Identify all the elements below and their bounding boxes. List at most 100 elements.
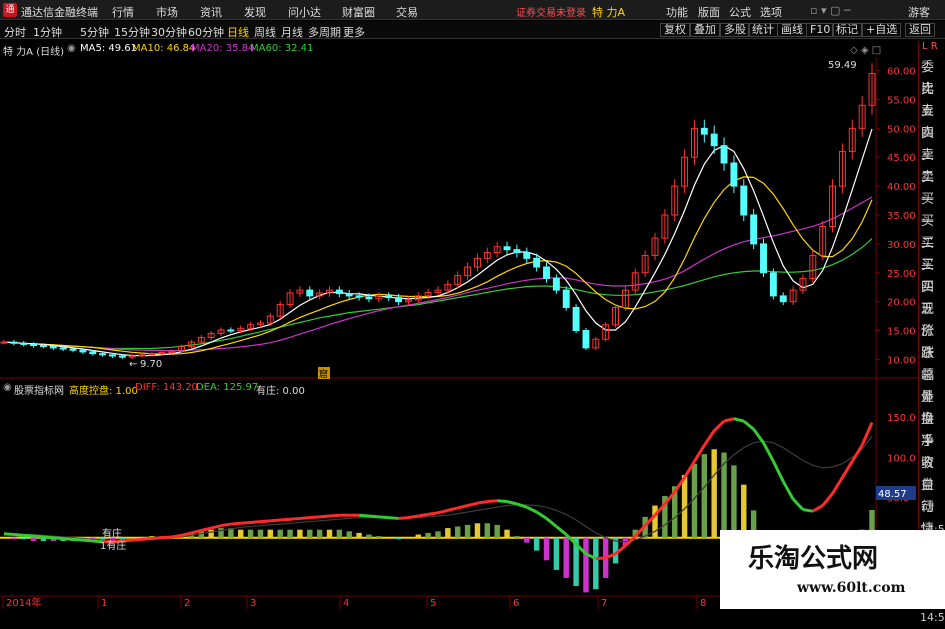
period-1min[interactable]: 1分钟	[33, 24, 62, 40]
btn-duogu[interactable]: 多股	[720, 23, 750, 37]
candle	[582, 327, 590, 350]
diff-segment	[368, 514, 379, 519]
diff-segment	[752, 428, 765, 444]
kline-chart[interactable]: 60.00 55.00 50.00 45.00 40.00 35.00 30.00 25.00…	[0, 41, 918, 609]
side-item[interactable]: 现价	[919, 299, 945, 339]
side-item[interactable]: 总量	[919, 365, 945, 405]
diff-segment	[723, 417, 735, 423]
btn-fuquan[interactable]: 复权	[660, 23, 690, 37]
side-item[interactable]: 卖五	[919, 79, 945, 119]
stock-name-title: 特 力A	[592, 6, 626, 19]
btn-zixuan[interactable]: +自选	[862, 23, 902, 37]
candle	[779, 292, 787, 306]
candle-body	[543, 266, 550, 280]
period-60min[interactable]: 60分钟	[188, 24, 224, 40]
candle-body	[730, 162, 738, 187]
diff-segment	[329, 513, 340, 518]
side-item[interactable]: 涨幅	[919, 343, 945, 383]
candle	[612, 304, 620, 328]
period-more[interactable]: 更多	[343, 24, 365, 40]
side-R[interactable]: R	[931, 41, 938, 52]
menu-jiaoyi[interactable]: 交易	[396, 4, 418, 20]
side-item[interactable]: 卖四	[919, 101, 945, 141]
menu-wenxiaoda[interactable]: 问小达	[288, 4, 321, 20]
period-fenshi[interactable]: 分时	[4, 24, 26, 40]
period-multi[interactable]: 多周期	[308, 24, 341, 40]
menu-gongneng[interactable]: 功能	[666, 4, 688, 20]
diff-segment	[63, 537, 74, 541]
side-item[interactable]: 买五	[919, 277, 945, 317]
side-item[interactable]: 净资	[919, 431, 945, 471]
side-item[interactable]: 卖三	[919, 123, 945, 163]
candle-body	[523, 252, 531, 259]
side-item[interactable]: 行情	[919, 497, 945, 537]
candle	[690, 119, 698, 166]
period-5min[interactable]: 5分钟	[80, 24, 109, 40]
side-L[interactable]: L	[922, 41, 928, 52]
btn-f10[interactable]: F10	[806, 23, 835, 37]
menu-hangqing[interactable]: 行情	[112, 4, 134, 20]
side-item[interactable]: 外盘	[919, 387, 945, 427]
guest-label[interactable]: 游客	[908, 4, 930, 20]
menu-gongshi[interactable]: 公式	[729, 4, 751, 20]
btn-fanhui[interactable]: 返回	[905, 23, 935, 37]
time-tick: 5	[430, 598, 436, 609]
login-warning[interactable]: 证券交易未登录	[516, 4, 586, 19]
period-30min[interactable]: 30分钟	[151, 24, 187, 40]
side-item[interactable]: 买一	[919, 189, 945, 229]
side-item[interactable]: 涨跌	[919, 321, 945, 361]
candle	[345, 289, 353, 300]
candle-body	[227, 329, 235, 332]
side-item[interactable]: 换手	[919, 409, 945, 449]
menu-faxian[interactable]: 发现	[244, 4, 266, 20]
candle-body	[503, 246, 511, 251]
price-tick: 15.00	[887, 327, 916, 338]
side-item[interactable]: 买四	[919, 255, 945, 295]
diff-segment	[171, 533, 182, 539]
diff-segment	[250, 520, 261, 524]
diff-segment	[742, 419, 755, 431]
side-item[interactable]: 买三	[919, 233, 945, 273]
candle	[799, 274, 807, 294]
side-item[interactable]: 卖二	[919, 145, 945, 185]
candle	[809, 250, 817, 283]
diff-segment	[427, 511, 439, 516]
menu-caifuquan[interactable]: 财富圈	[342, 4, 375, 20]
diff-segment	[860, 421, 874, 446]
candle-body	[79, 349, 87, 353]
diff-segment	[3, 532, 14, 537]
candle-body	[10, 341, 18, 344]
period-weekly[interactable]: 周线	[254, 24, 276, 40]
diff-segment	[319, 514, 330, 519]
candle-body	[39, 345, 47, 348]
candle	[829, 179, 837, 233]
diff-segment	[220, 522, 232, 528]
period-daily[interactable]: 日线	[227, 24, 249, 40]
diff-segment	[457, 504, 468, 510]
menu-shichang[interactable]: 市场	[156, 4, 178, 20]
candle	[592, 336, 600, 350]
candle	[562, 286, 570, 311]
side-item[interactable]: 收益	[919, 453, 945, 493]
candle	[848, 119, 856, 160]
side-item[interactable]: 买二	[919, 211, 945, 251]
candle	[858, 95, 866, 137]
window-controls-icon[interactable]: ▫ ▾ ▢ ─	[810, 4, 850, 17]
menu-xuanxiang[interactable]: 选项	[760, 4, 782, 20]
period-monthly[interactable]: 月线	[281, 24, 303, 40]
app-logo-icon: 通	[3, 3, 17, 17]
menu-zixun[interactable]: 资讯	[200, 4, 222, 20]
side-item[interactable]: 卖一	[919, 167, 945, 207]
btn-tongji[interactable]: 统计	[748, 23, 778, 37]
btn-huaxian[interactable]: 画线	[777, 23, 807, 37]
btn-diejia[interactable]: 叠加	[690, 23, 720, 37]
youzhuang-label: 有庄	[102, 527, 122, 540]
date-marker: 窟	[319, 368, 328, 380]
btn-biaoji[interactable]: 标记	[832, 23, 862, 37]
side-item[interactable]: 委比	[919, 57, 945, 97]
side-item[interactable]: 自动	[919, 475, 945, 515]
candle-body	[385, 295, 393, 299]
period-15min[interactable]: 15分钟	[114, 24, 150, 40]
time-tick: 1	[101, 598, 107, 609]
menu-banmian[interactable]: 版面	[698, 4, 720, 20]
